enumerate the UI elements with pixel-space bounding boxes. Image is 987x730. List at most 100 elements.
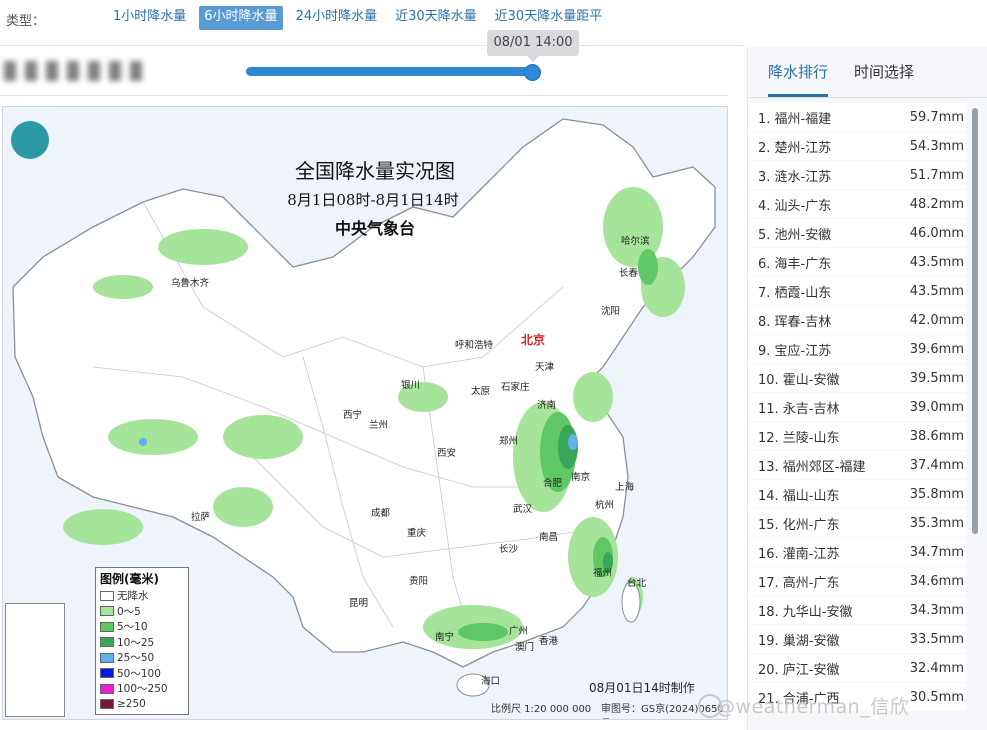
ranking-row[interactable]: 13. 福州郊区-福建 37.4mm xyxy=(748,451,966,479)
ranking-row[interactable]: 9. 宝应-江苏 39.6mm xyxy=(748,335,966,363)
city-label: 杭州 xyxy=(595,500,615,511)
city-label: 兰州 xyxy=(369,420,389,431)
ranking-row[interactable]: 16. 灌南-江苏 34.7mm xyxy=(748,538,966,566)
tab-precip-ranking[interactable]: 降水排行 xyxy=(768,61,829,97)
ranking-value: 43.5mm xyxy=(909,254,964,270)
slider-handle[interactable] xyxy=(524,64,541,81)
map-org: 中央气象台 xyxy=(334,219,415,238)
ranking-row[interactable]: 18. 九华山-安徽 34.3mm xyxy=(748,596,966,624)
city-label: 南宁 xyxy=(435,632,455,643)
tab-6h[interactable]: 6小时降水量 xyxy=(199,6,283,30)
city-label: 贵阳 xyxy=(409,576,429,587)
city-label: 长沙 xyxy=(499,544,519,555)
tab-30d[interactable]: 近30天降水量 xyxy=(390,6,482,30)
legend-item: 25～50 xyxy=(96,650,188,666)
legend-swatch xyxy=(100,621,114,632)
tab-1h[interactable]: 1小时降水量 xyxy=(108,6,191,30)
ranking-station: 10. 霍山-安徽 xyxy=(758,372,840,388)
ranking-row[interactable]: 3. 涟水-江苏 51.7mm xyxy=(748,161,966,189)
legend-item: 无降水 xyxy=(96,588,188,604)
city-label: 天津 xyxy=(535,362,555,373)
city-label: 成都 xyxy=(371,508,391,519)
city-label: 福州 xyxy=(593,568,613,579)
ranking-row[interactable]: 7. 栖霞-山东 43.5mm xyxy=(748,277,966,305)
city-label: 长春 xyxy=(619,268,639,279)
tab-24h[interactable]: 24小时降水量 xyxy=(291,6,383,30)
city-label: 乌鲁木齐 xyxy=(171,278,210,289)
legend-item: ≥250 xyxy=(96,697,188,713)
tab-time-select[interactable]: 时间选择 xyxy=(854,61,914,94)
ranking-value: 35.8mm xyxy=(909,486,964,502)
city-label: 合肥 xyxy=(543,478,563,489)
ranking-row[interactable]: 17. 高州-广东 34.6mm xyxy=(748,567,966,595)
ranking-value: 38.6mm xyxy=(909,428,964,444)
ranking-row[interactable]: 20. 庐江-安徽 32.4mm xyxy=(748,654,966,682)
ranking-row[interactable]: 12. 兰陵-山东 38.6mm xyxy=(748,422,966,450)
ranking-value: 39.6mm xyxy=(909,341,964,357)
ranking-station: 19. 巢湖-安徽 xyxy=(758,633,840,649)
legend-title: 图例(毫米) xyxy=(100,572,159,586)
map-made-time: 08月01日14时制作 xyxy=(589,681,695,695)
ranking-row[interactable]: 4. 汕头-广东 48.2mm xyxy=(748,190,966,218)
legend-item: 10～25 xyxy=(96,635,188,651)
tab-30d-anomaly[interactable]: 近30天降水量距平 xyxy=(490,6,608,30)
map-title: 全国降水量实况图 xyxy=(295,159,455,183)
legend-swatch xyxy=(100,637,114,648)
ranking-station: 17. 高州-广东 xyxy=(758,575,840,591)
ranking-value: 54.3mm xyxy=(909,138,964,154)
ranking-row[interactable]: 2. 楚州-江苏 54.3mm xyxy=(748,132,966,160)
ranking-station: 9. 宝应-江苏 xyxy=(758,343,832,359)
ranking-scrollbar[interactable] xyxy=(972,108,978,534)
ranking-row[interactable]: 15. 化州-广东 35.3mm xyxy=(748,509,966,537)
ranking-value: 46.0mm xyxy=(909,225,964,241)
blurred-logo xyxy=(4,58,168,84)
city-label: 银川 xyxy=(401,380,421,391)
city-label: 南昌 xyxy=(539,532,559,543)
ranking-station: 3. 涟水-江苏 xyxy=(758,169,832,185)
ranking-value: 51.7mm xyxy=(909,167,964,183)
city-label: 沈阳 xyxy=(601,306,621,317)
ranking-row[interactable]: 19. 巢湖-安徽 33.5mm xyxy=(748,625,966,653)
type-label: 类型： xyxy=(6,14,46,29)
city-label: 海口 xyxy=(481,676,501,687)
side-panel: 降水排行 时间选择 1. 福州-福建 59.7mm 2. 楚州-江苏 54.3mm 3.… xyxy=(747,47,987,730)
ranking-value: 48.2mm xyxy=(909,196,964,212)
ranking-station: 15. 化州-广东 xyxy=(758,517,840,533)
ranking-station: 6. 海丰-广东 xyxy=(758,256,832,272)
ranking-row[interactable]: 10. 霍山-安徽 39.5mm xyxy=(748,364,966,392)
cma-logo xyxy=(11,121,49,159)
ranking-row[interactable]: 5. 池州-安徽 46.0mm xyxy=(748,219,966,247)
ranking-station: 20. 庐江-安徽 xyxy=(758,662,840,678)
ranking-row[interactable]: 11. 永吉-吉林 39.0mm xyxy=(748,393,966,421)
ranking-station: 2. 楚州-江苏 xyxy=(758,140,832,156)
ranking-station: 1. 福州-福建 xyxy=(758,111,832,127)
city-label: 郑州 xyxy=(499,436,519,447)
ranking-list[interactable]: 1. 福州-福建 59.7mm 2. 楚州-江苏 54.3mm 3. 涟水-江苏 51.7… xyxy=(748,103,974,730)
ranking-row[interactable]: 14. 福山-山东 35.8mm xyxy=(748,480,966,508)
legend-item: 50～100 xyxy=(96,666,188,682)
ranking-row[interactable]: 1. 福州-福建 59.7mm xyxy=(748,103,966,131)
city-label: 呼和浩特 xyxy=(455,340,494,351)
time-slider[interactable] xyxy=(246,64,541,81)
legend-swatch xyxy=(100,668,114,679)
city-label: 昆明 xyxy=(349,598,369,609)
type-tabs: 1小时降水量 6小时降水量 24小时降水量 近30天降水量 近30天降水量距平 xyxy=(108,6,607,30)
precipitation-map: 全国降水量实况图 8月1日08时-8月1日14时 中央气象台 乌鲁木齐 哈尔滨 … xyxy=(2,106,728,720)
city-label: 重庆 xyxy=(407,528,427,539)
ranking-station: 7. 栖霞-山东 xyxy=(758,285,832,301)
city-label: 台北 xyxy=(627,578,647,589)
ranking-value: 34.7mm xyxy=(909,544,964,560)
ranking-row[interactable]: 6. 海丰-广东 43.5mm xyxy=(748,248,966,276)
ranking-station: 12. 兰陵-山东 xyxy=(758,430,840,446)
divider xyxy=(0,45,745,46)
ranking-value: 30.5mm xyxy=(909,689,964,705)
ranking-row[interactable]: 8. 珲春-吉林 42.0mm xyxy=(748,306,966,334)
ranking-value: 43.5mm xyxy=(909,283,964,299)
city-label: 拉萨 xyxy=(191,512,211,523)
map-legend: 图例(毫米) 无降水 0～5 5～10 10～25 25～50 50～100 1… xyxy=(95,567,189,715)
city-label: 南京 xyxy=(571,472,591,483)
ranking-station: 4. 汕头-广东 xyxy=(758,198,832,214)
city-label: 哈尔滨 xyxy=(621,236,650,247)
legend-item: 100～250 xyxy=(96,681,188,697)
legend-item: 5～10 xyxy=(96,619,188,635)
